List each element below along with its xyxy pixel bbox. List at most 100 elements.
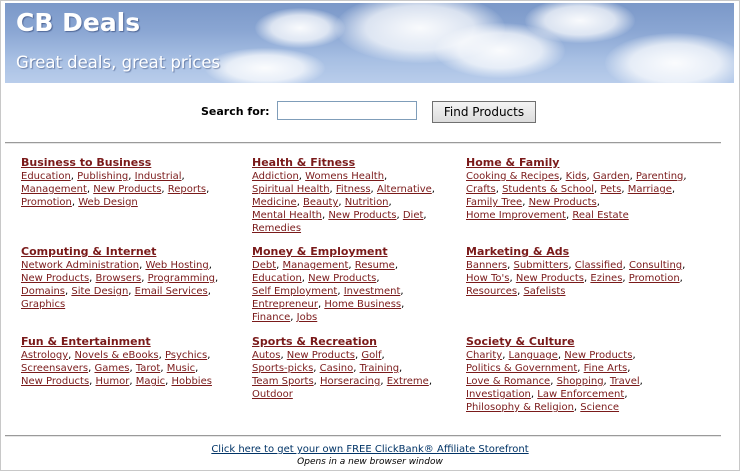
subcategory-link[interactable]: Promotion [21, 197, 72, 208]
subcategory-link[interactable]: Nutrition [345, 197, 389, 208]
subcategory-link[interactable]: Ezines [590, 273, 622, 284]
subcategory-link[interactable]: Novels & eBooks [75, 350, 159, 361]
subcategory-link[interactable]: Diet [403, 210, 424, 221]
subcategory-link[interactable]: New Products [529, 197, 597, 208]
subcategory-link[interactable]: New Products [21, 273, 89, 284]
subcategory-link[interactable]: Submitters [514, 260, 569, 271]
subcategory-link[interactable]: Graphics [21, 299, 65, 310]
subcategory-link[interactable]: Games [94, 363, 129, 374]
category-title-link[interactable]: Computing & Internet [21, 245, 218, 259]
subcategory-link[interactable]: Domains [21, 286, 65, 297]
subcategory-link[interactable]: Travel [610, 376, 640, 387]
subcategory-link[interactable]: Team Sports [252, 376, 314, 387]
subcategory-link[interactable]: New Products [328, 210, 396, 221]
category-title-link[interactable]: Money & Employment [252, 245, 404, 259]
subcategory-link[interactable]: New Products [21, 376, 89, 387]
category-title-link[interactable]: Home & Family [466, 156, 687, 170]
subcategory-link[interactable]: Hobbies [171, 376, 211, 387]
subcategory-link[interactable]: Resources [466, 286, 517, 297]
subcategory-link[interactable]: Classified [575, 260, 623, 271]
subcategory-link[interactable]: Investment [344, 286, 401, 297]
subcategory-link[interactable]: Love & Romance [466, 376, 550, 387]
subcategory-link[interactable]: Alternative [377, 184, 432, 195]
subcategory-link[interactable]: Home Improvement [466, 210, 566, 221]
subcategory-link[interactable]: Garden [593, 171, 630, 182]
subcategory-link[interactable]: Womens Health [305, 171, 384, 182]
subcategory-link[interactable]: Safelists [523, 286, 565, 297]
subcategory-link[interactable]: New Products [308, 273, 376, 284]
subcategory-link[interactable]: Industrial [135, 171, 182, 182]
storefront-link[interactable]: Click here to get your own FREE ClickBan… [211, 444, 528, 455]
subcategory-link[interactable]: Outdoor [252, 389, 293, 400]
subcategory-link[interactable]: Language [509, 350, 558, 361]
subcategory-link[interactable]: Marriage [628, 184, 672, 195]
subcategory-link[interactable]: Fine Arts [584, 363, 628, 374]
subcategory-link[interactable]: Law Enforcement [537, 389, 624, 400]
subcategory-link[interactable]: Pets [600, 184, 621, 195]
subcategory-link[interactable]: Reports [168, 184, 206, 195]
subcategory-link[interactable]: Kids [566, 171, 587, 182]
subcategory-link[interactable]: Site Design [71, 286, 128, 297]
search-input[interactable] [277, 101, 417, 120]
subcategory-link[interactable]: New Products [516, 273, 584, 284]
subcategory-link[interactable]: Family Tree [466, 197, 522, 208]
subcategory-link[interactable]: Entrepreneur [252, 299, 318, 310]
subcategory-link[interactable]: Management [282, 260, 348, 271]
find-products-button[interactable]: Find Products [432, 101, 536, 123]
subcategory-link[interactable]: New Products [564, 350, 632, 361]
category-title-link[interactable]: Marketing & Ads [466, 245, 685, 259]
subcategory-link[interactable]: Psychics [165, 350, 207, 361]
subcategory-link[interactable]: Extreme [387, 376, 429, 387]
subcategory-link[interactable]: Magic [136, 376, 165, 387]
subcategory-link[interactable]: Promotion [629, 273, 680, 284]
category-title-link[interactable]: Society & Culture [466, 335, 643, 349]
subcategory-link[interactable]: Self Employment [252, 286, 337, 297]
subcategory-link[interactable]: Casino [320, 363, 354, 374]
subcategory-link[interactable]: Home Business [324, 299, 401, 310]
subcategory-link[interactable]: Politics & Government [466, 363, 577, 374]
subcategory-link[interactable]: New Products [93, 184, 161, 195]
subcategory-link[interactable]: Medicine [252, 197, 297, 208]
subcategory-link[interactable]: Publishing [77, 171, 128, 182]
subcategory-link[interactable]: Spiritual Health [252, 184, 330, 195]
subcategory-link[interactable]: Management [21, 184, 87, 195]
subcategory-link[interactable]: Screensavers [21, 363, 88, 374]
subcategory-link[interactable]: Browsers [96, 273, 142, 284]
category-title-link[interactable]: Business to Business [21, 156, 209, 170]
subcategory-link[interactable]: Email Services [135, 286, 208, 297]
subcategory-link[interactable]: Education [21, 171, 71, 182]
subcategory-link[interactable]: Programming [148, 273, 215, 284]
subcategory-link[interactable]: Finance [252, 312, 290, 323]
subcategory-link[interactable]: Resume [355, 260, 395, 271]
subcategory-link[interactable]: Beauty [303, 197, 338, 208]
subcategory-link[interactable]: Training [360, 363, 399, 374]
subcategory-link[interactable]: Jobs [297, 312, 318, 323]
subcategory-link[interactable]: How To's [466, 273, 509, 284]
subcategory-link[interactable]: Golf [361, 350, 381, 361]
subcategory-link[interactable]: Sports-picks [252, 363, 313, 374]
subcategory-link[interactable]: Banners [466, 260, 507, 271]
subcategory-link[interactable]: Addiction [252, 171, 299, 182]
subcategory-link[interactable]: Autos [252, 350, 280, 361]
subcategory-link[interactable]: Philosophy & Religion [466, 402, 574, 413]
subcategory-link[interactable]: Shopping [557, 376, 604, 387]
subcategory-link[interactable]: Tarot [136, 363, 161, 374]
subcategory-link[interactable]: Science [580, 402, 619, 413]
subcategory-link[interactable]: Investigation [466, 389, 531, 400]
subcategory-link[interactable]: Web Design [78, 197, 138, 208]
subcategory-link[interactable]: Web Hosting [145, 260, 208, 271]
subcategory-link[interactable]: New Products [287, 350, 355, 361]
subcategory-link[interactable]: Cooking & Recipes [466, 171, 559, 182]
subcategory-link[interactable]: Astrology [21, 350, 68, 361]
subcategory-link[interactable]: Students & School [502, 184, 594, 195]
subcategory-link[interactable]: Crafts [466, 184, 496, 195]
subcategory-link[interactable]: Parenting [636, 171, 683, 182]
subcategory-link[interactable]: Fitness [336, 184, 371, 195]
subcategory-link[interactable]: Remedies [252, 223, 301, 234]
subcategory-link[interactable]: Mental Health [252, 210, 322, 221]
subcategory-link[interactable]: Network Administration [21, 260, 139, 271]
subcategory-link[interactable]: Charity [466, 350, 502, 361]
subcategory-link[interactable]: Horseracing [320, 376, 380, 387]
category-title-link[interactable]: Sports & Recreation [252, 335, 432, 349]
subcategory-link[interactable]: Consulting [629, 260, 682, 271]
